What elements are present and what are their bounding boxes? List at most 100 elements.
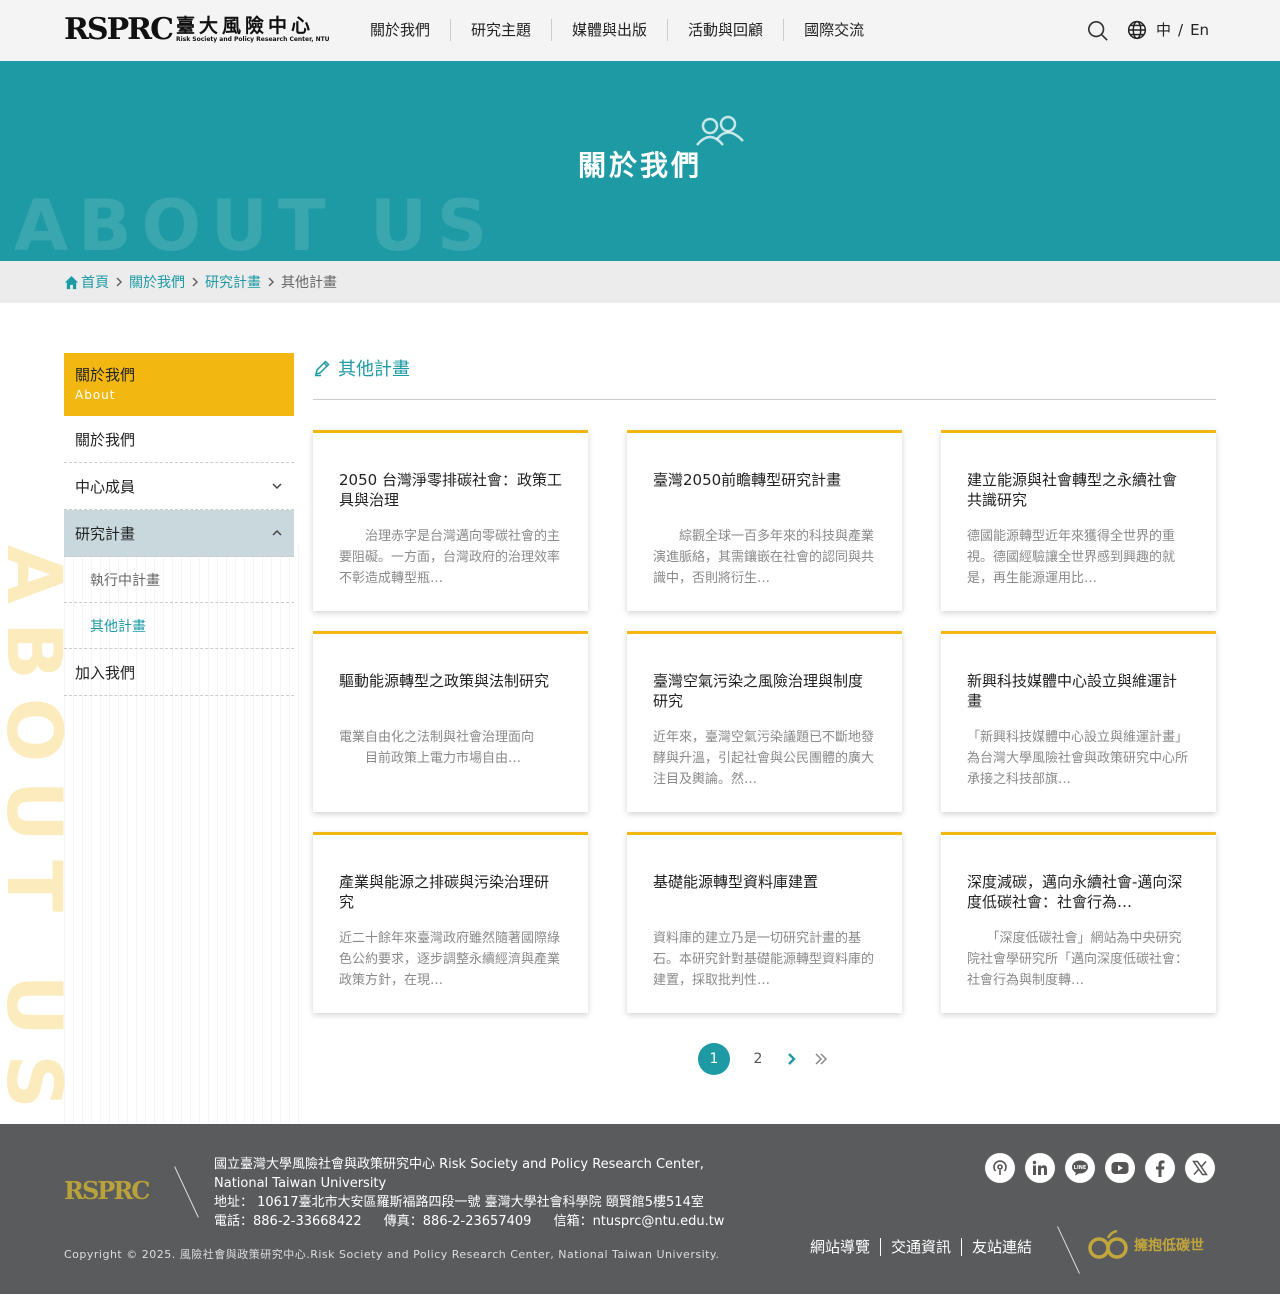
next-page-icon[interactable] [786, 1052, 798, 1066]
last-page-icon[interactable] [814, 1052, 828, 1066]
low-carbon-logo-text: 擁抱低碳世 [1134, 1238, 1204, 1254]
breadcrumb-home[interactable]: 首頁 [81, 272, 109, 292]
project-card[interactable]: 基礎能源轉型資料庫建置 資料庫的建立乃是一切研究計畫的基石。本研究針對基礎能源轉… [627, 832, 902, 1013]
project-card-title: 臺灣空氣污染之風險治理與制度研究 [653, 672, 864, 710]
project-card-title: 深度減碳，邁向永續社會-邁向深度低碳社會：社會行為… [967, 873, 1183, 911]
chevron-right-icon [268, 277, 275, 287]
low-carbon-logo[interactable]: 擁抱低碳世 [1086, 1228, 1204, 1262]
sidebar-header-subtitle: About [75, 388, 116, 402]
chevron-right-icon [192, 277, 199, 287]
site-footer: RSPRC 國立臺灣大學風險社會與政策研究中心 Risk Society and… [0, 1124, 1280, 1294]
sidebar-item-join[interactable]: 加入我們 [64, 649, 294, 696]
site-logo[interactable]: RSPRC 臺大風險中心 Risk Society and Policy Res… [64, 12, 330, 48]
project-card-title: 基礎能源轉型資料庫建置 [653, 873, 819, 891]
nav-events[interactable]: 活動與回顧 [668, 19, 785, 41]
breadcrumb-current: 其他計畫 [281, 275, 337, 291]
line-icon[interactable]: LINE [1065, 1153, 1095, 1183]
sidebar-item-about[interactable]: 關於我們 [64, 416, 294, 463]
logo-english-name: Risk Society and Policy Research Center,… [175, 36, 330, 43]
project-card-title: 建立能源與社會轉型之永續社會共識研究 [967, 471, 1178, 509]
sidebar: 關於我們 About 關於我們 中心成員 研究計畫 執行中計畫 其他計畫 加入我… [64, 353, 294, 696]
breadcrumb-about[interactable]: 關於我們 [129, 272, 185, 292]
footer-org-name: 國立臺灣大學風險社會與政策研究中心 Risk Society and Polic… [214, 1157, 704, 1172]
section-divider [313, 399, 1216, 400]
project-card[interactable]: 臺灣2050前瞻轉型研究計畫 綜觀全球一百多年來的科技與產業演進脈絡，其需鑲嵌在… [627, 430, 902, 611]
project-card-description: 資料庫的建立乃是一切研究計畫的基石。本研究針對基礎能源轉型資料庫的建置，採取批判… [653, 931, 875, 988]
project-card-description: 電業自由化之法制與社會治理面向 目前政策上電力市場自由… [339, 730, 535, 766]
linkedin-icon[interactable] [1025, 1153, 1055, 1183]
project-card-title: 產業與能源之排碳與污染治理研究 [339, 873, 550, 911]
chevron-up-icon [272, 529, 282, 536]
nav-about[interactable]: 關於我們 [350, 19, 452, 41]
section-title: 其他計畫 [313, 355, 410, 381]
project-card-description: 近二十餘年來臺灣政府雖然隨著國際綠色公約要求，逐步調整永續經濟與產業政策方針，在… [339, 931, 561, 988]
x-icon[interactable] [1185, 1153, 1215, 1183]
language-switcher: 中 / En [1127, 19, 1209, 40]
footer-address: 地址： 10617臺北市大安區羅斯福路四段一號 臺灣大學社會科學院 頤賢館5樓5… [214, 1195, 704, 1210]
sidebar-header-title: 關於我們 [75, 366, 136, 384]
pagination: 1 2 [698, 1043, 828, 1075]
footer-divider [174, 1166, 199, 1218]
nav-research-topics[interactable]: 研究主題 [451, 19, 553, 41]
project-card[interactable]: 深度減碳，邁向永續社會-邁向深度低碳社會：社會行為… 「深度低碳社會」網站為中央… [941, 832, 1216, 1013]
banner-background-text: ABOUT US [14, 185, 498, 261]
lang-separator: / [1178, 20, 1184, 39]
breadcrumb-bar: 首頁 關於我們 研究計畫 其他計畫 [0, 261, 1280, 303]
chevron-down-icon [272, 483, 282, 490]
globe-icon [1127, 20, 1147, 39]
main-nav: 關於我們 研究主題 媒體與出版 活動與回顧 國際交流 [350, 19, 884, 41]
sidebar-item-members[interactable]: 中心成員 [64, 463, 294, 510]
footer-fax: 傳真：886-2-23657409 [383, 1214, 532, 1229]
project-card[interactable]: 新興科技媒體中心設立與維運計畫 「新興科技媒體中心設立與維運計畫」為台灣大學風險… [941, 631, 1216, 812]
project-card-title: 新興科技媒體中心設立與維運計畫 [967, 672, 1178, 710]
project-card-description: 治理赤字是台灣邁向零碳社會的主要阻礙。一方面，台灣政府的治理效率不彰造成轉型瓶… [339, 529, 561, 586]
footer-link-transport[interactable]: 交通資訊 [881, 1238, 963, 1256]
project-card-description: 德國能源轉型近年來獲得全世界的重視。德國經驗讓全世界感到興趣的就是，再生能源運用… [967, 529, 1176, 586]
footer-email[interactable]: 信箱：ntusprc@ntu.edu.tw [554, 1214, 725, 1229]
footer-links: 網站導覽 交通資訊 友站連結 [810, 1238, 1042, 1256]
project-card-description: 綜觀全球一百多年來的科技與產業演進脈絡，其需鑲嵌在社會的認同與共識中，否則將衍生… [653, 529, 875, 586]
page-2-button[interactable]: 2 [742, 1043, 774, 1075]
project-card[interactable]: 建立能源與社會轉型之永續社會共識研究 德國能源轉型近年來獲得全世界的重視。德國經… [941, 430, 1216, 611]
footer-link-partner-sites[interactable]: 友站連結 [962, 1238, 1042, 1256]
nav-media-publications[interactable]: 媒體與出版 [552, 19, 669, 41]
site-header: RSPRC 臺大風險中心 Risk Society and Policy Res… [0, 0, 1280, 61]
pencil-icon [314, 360, 330, 377]
social-links: LINE [985, 1153, 1215, 1183]
search-icon[interactable] [1087, 20, 1109, 42]
logo-chinese-name: 臺大風險中心 [175, 15, 314, 37]
project-card-description: 「新興科技媒體中心設立與維運計畫」為台灣大學風險社會與政策研究中心所承接之科技部… [967, 730, 1189, 787]
project-card-title: 臺灣2050前瞻轉型研究計畫 [653, 471, 842, 489]
breadcrumb-research[interactable]: 研究計畫 [205, 272, 261, 292]
logo-mark: RSPRC [64, 12, 174, 47]
project-card[interactable]: 驅動能源轉型之政策與法制研究 電業自由化之法制與社會治理面向 目前政策上電力市場… [313, 631, 588, 812]
nav-international[interactable]: 國際交流 [784, 19, 884, 41]
footer-logo: RSPRC [64, 1176, 150, 1205]
footer-contact-info: 國立臺灣大學風險社會與政策研究中心 Risk Society and Polic… [214, 1155, 724, 1231]
footer-phone: 電話：886-2-33668422 [214, 1214, 362, 1229]
page-title: 關於我們 [577, 149, 702, 182]
chevron-right-icon [116, 277, 123, 287]
project-card-description: 近年來，臺灣空氣污染議題已不斷地發酵與升溫，引起社會與公民團體的廣大注目及輿論。… [653, 730, 875, 787]
sidebar-item-research[interactable]: 研究計畫 [64, 510, 294, 557]
sidebar-subitem-other[interactable]: 其他計畫 [64, 603, 294, 649]
lang-english[interactable]: En [1190, 21, 1209, 39]
footer-link-sitemap[interactable]: 網站導覽 [810, 1238, 882, 1256]
youtube-icon[interactable] [1105, 1153, 1135, 1183]
project-card[interactable]: 產業與能源之排碳與污染治理研究 近二十餘年來臺灣政府雖然隨著國際綠色公約要求，逐… [313, 832, 588, 1013]
facebook-icon[interactable] [1145, 1153, 1175, 1183]
footer-divider [1057, 1226, 1080, 1274]
project-card-title: 2050 台灣淨零排碳社會：政策工具與治理 [339, 471, 562, 509]
breadcrumb: 首頁 關於我們 研究計畫 其他計畫 [64, 272, 337, 292]
project-card[interactable]: 2050 台灣淨零排碳社會：政策工具與治理 治理赤字是台灣邁向零碳社會的主要阻礙… [313, 430, 588, 611]
home-icon[interactable] [64, 275, 79, 290]
project-card-description: 「深度低碳社會」網站為中央研究院社會學研究所「邁向深度低碳社會：社會行為與制度轉… [967, 931, 1189, 988]
project-card-title: 驅動能源轉型之政策與法制研究 [339, 672, 550, 690]
project-card[interactable]: 臺灣空氣污染之風險治理與制度研究 近年來，臺灣空氣污染議題已不斷地發酵與升溫，引… [627, 631, 902, 812]
vertical-background-text: ABOUT US [0, 545, 79, 1125]
podcast-icon[interactable] [985, 1153, 1015, 1183]
lang-chinese[interactable]: 中 [1156, 19, 1171, 40]
page-1-button[interactable]: 1 [698, 1043, 730, 1075]
page-banner: ABOUT US 關於我們 [0, 61, 1280, 261]
sidebar-subitem-ongoing[interactable]: 執行中計畫 [64, 557, 294, 603]
